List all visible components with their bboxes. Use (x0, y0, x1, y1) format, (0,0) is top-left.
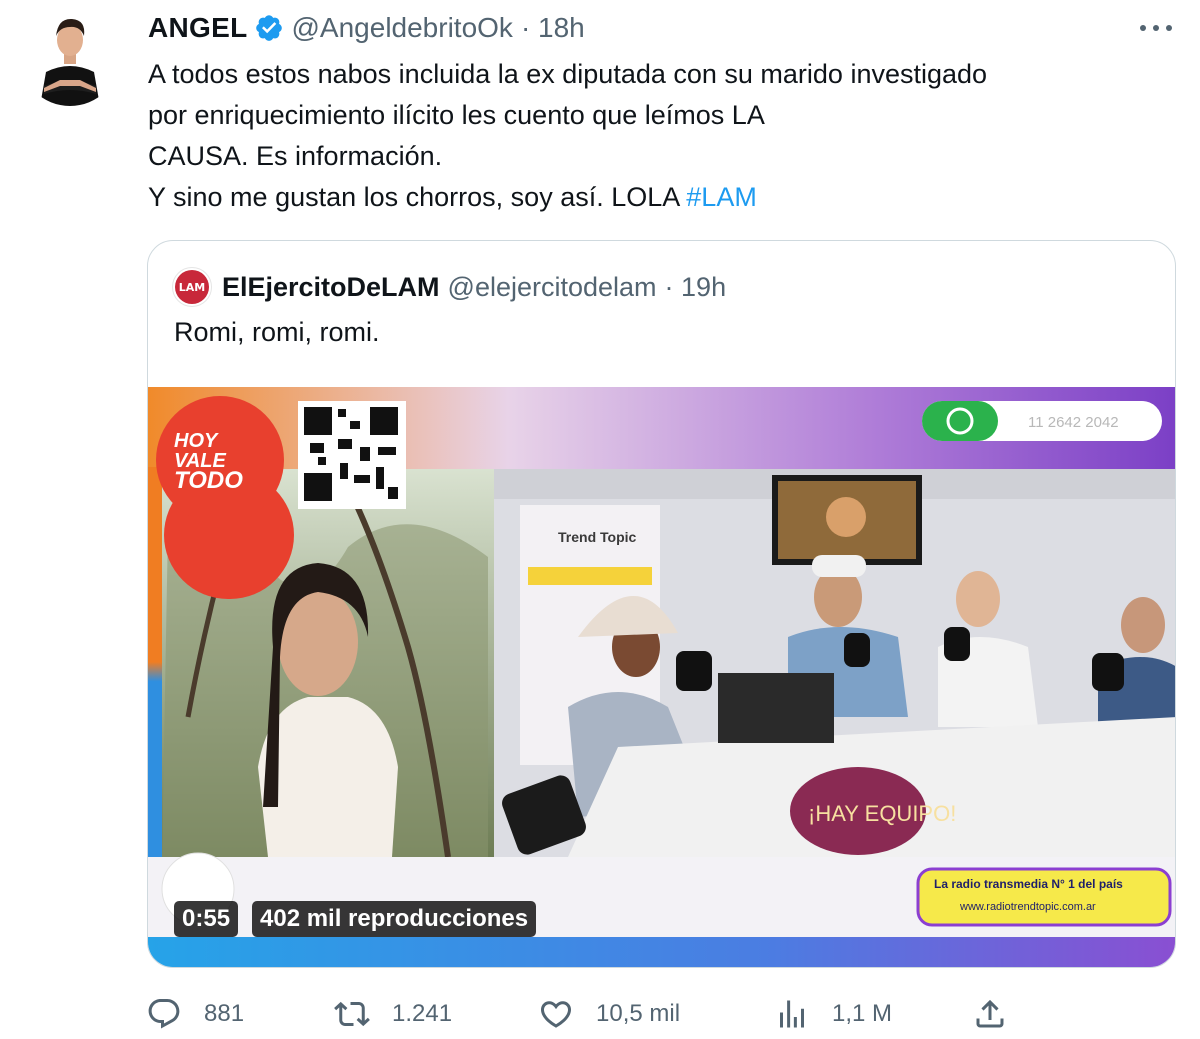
retweet-count: 1.241 (392, 1000, 453, 1027)
hoy-vale-todo-logo: HOY VALE TODO (174, 430, 243, 494)
verified-badge-icon (255, 15, 282, 41)
logo-line: TODO (174, 467, 243, 494)
share-button[interactable] (972, 990, 1030, 1038)
author-handle[interactable]: @AngeldebritoOk (292, 12, 513, 44)
banner-line-1: La radio transmedia N° 1 del país (934, 877, 1123, 891)
tweet-line: CAUSA. Es información. (148, 141, 443, 171)
share-icon (976, 999, 1004, 1028)
action-bar: 881 1.241 10,5 mil 1,1 M (0, 990, 1200, 1038)
more-options-icon[interactable] (1134, 14, 1178, 42)
tweet-line-text: Y sino me gustan los chorros, soy así. L… (148, 182, 687, 212)
video-duration-badge: 0:55 (174, 901, 239, 937)
like-button[interactable]: 10,5 mil (538, 990, 680, 1038)
tweet-line: A todos estos nabos incluida la ex diput… (148, 59, 988, 89)
tweet-line: por enriquecimiento ilícito les cuento q… (148, 100, 765, 130)
views-button[interactable]: 1,1 M (774, 990, 892, 1038)
heart-icon (540, 1001, 572, 1028)
brand-sign: Trend Topic (558, 529, 637, 545)
retweet-icon (334, 1001, 370, 1027)
banner-line-2: www.radiotrendtopic.com.ar (960, 901, 1096, 913)
logo-line: HOY (174, 430, 218, 452)
quote-time[interactable]: · 19h (665, 272, 727, 303)
like-count: 10,5 mil (596, 1000, 681, 1027)
reply-icon (148, 999, 180, 1029)
quote-author-name[interactable]: ElEjercitoDeLAM (222, 272, 440, 303)
quoted-tweet[interactable]: LAM ElEjercitoDeLAM @elejercitodelam · 1… (147, 240, 1176, 968)
avatar-photo (20, 6, 120, 106)
video-views-badge: 402 mil reproducciones (252, 901, 537, 937)
author-avatar[interactable] (20, 6, 120, 106)
tweet-text: A todos estos nabos incluida la ex diput… (148, 54, 1158, 218)
views-chart-icon (780, 1000, 804, 1028)
quote-text: Romi, romi, romi. (174, 317, 380, 347)
quote-header: LAM ElEjercitoDeLAM @elejercitodelam · 1… (172, 267, 727, 307)
retweet-button[interactable]: 1.241 (334, 990, 452, 1038)
tweet-line: Y sino me gustan los chorros, soy así. L… (148, 177, 1158, 218)
hashtag-link[interactable]: #LAM (686, 182, 757, 212)
svg-text:11 2642 2042: 11 2642 2042 (1028, 414, 1119, 431)
tweet-header: ANGEL @AngeldebritoOk · 18h (148, 10, 585, 46)
quote-avatar-logo: LAM (175, 270, 209, 304)
reply-count: 881 (204, 1000, 245, 1027)
tweet-time[interactable]: · 18h (521, 12, 585, 44)
reply-button[interactable]: 881 (146, 990, 244, 1038)
quote-avatar[interactable]: LAM (172, 267, 212, 307)
video-player[interactable]: ¡HAY EQUIPO! 11 2642 2042 HOY VALE TODO … (148, 387, 1175, 967)
quote-author-handle[interactable]: @elejercitodelam (448, 272, 657, 303)
author-name[interactable]: ANGEL (148, 12, 248, 44)
views-count: 1,1 M (832, 1000, 893, 1027)
studio-sign-text: ¡HAY EQUIPO! (808, 801, 956, 826)
